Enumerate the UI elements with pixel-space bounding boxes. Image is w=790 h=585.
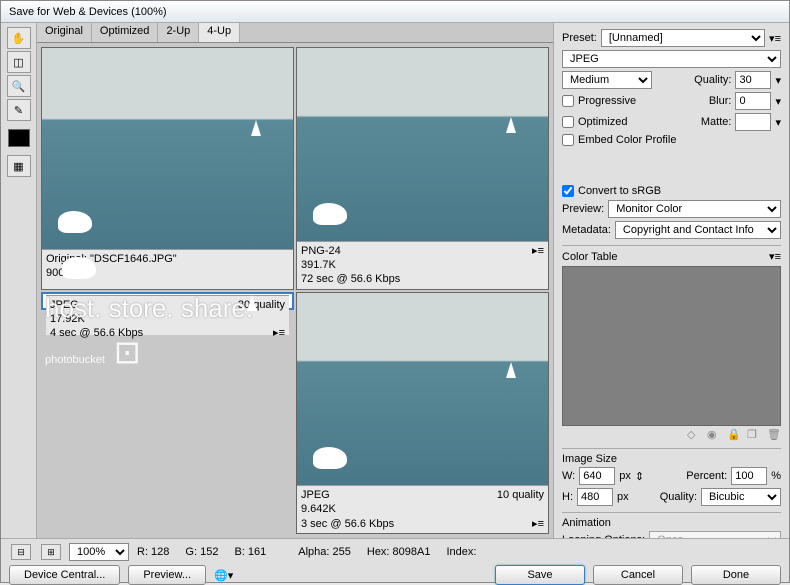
device-central-button[interactable]: Device Central...: [9, 565, 120, 585]
metadata-label: Metadata:: [562, 224, 611, 236]
quality-input[interactable]: [735, 71, 771, 89]
zoom-in-button[interactable]: ⊞: [41, 544, 61, 560]
zoom-out-button[interactable]: ⊟: [11, 544, 31, 560]
preview-jpeg-10[interactable]: 10 quality JPEG 9.642K ▸≡ 3 sec @ 56.6 K…: [296, 292, 549, 535]
ct-lock-icon[interactable]: 🔒: [727, 428, 741, 442]
ct-new-icon[interactable]: ❐: [747, 428, 761, 442]
matte-swatch[interactable]: [735, 113, 771, 131]
optimized-label: Optimized: [578, 116, 628, 128]
percent-label: Percent:: [686, 470, 727, 482]
metadata-select[interactable]: Copyright and Contact Info: [615, 221, 781, 239]
progressive-label: Progressive: [578, 95, 636, 107]
percent-input[interactable]: [731, 467, 767, 485]
compression-select[interactable]: Medium: [562, 71, 652, 89]
preview-panel: Original Optimized 2-Up 4-Up host. store…: [37, 23, 553, 538]
save-button[interactable]: Save: [495, 565, 585, 585]
cell-time: 72 sec @ 56.6 Kbps: [301, 272, 544, 286]
cell-quality: 30 quality: [238, 298, 285, 312]
matte-dropdown-icon[interactable]: ▾: [775, 116, 781, 129]
zoom-select[interactable]: 100%: [69, 543, 129, 561]
tab-2up[interactable]: 2-Up: [158, 23, 199, 42]
preview-select[interactable]: Monitor Color: [608, 200, 781, 218]
tab-optimized[interactable]: Optimized: [92, 23, 159, 42]
quality-dropdown-icon[interactable]: ▾: [775, 74, 781, 87]
format-select[interactable]: JPEG: [562, 50, 781, 68]
color-table: [562, 266, 781, 426]
height-input[interactable]: [577, 488, 613, 506]
optimized-checkbox[interactable]: [562, 116, 574, 128]
browser-icon[interactable]: 🌐▾: [214, 569, 233, 582]
cell-size: 9.642K: [301, 502, 544, 516]
cell-menu-icon[interactable]: ▸≡: [273, 326, 285, 340]
cell-size: 391.7K: [301, 258, 544, 272]
width-input[interactable]: [579, 467, 615, 485]
blur-input[interactable]: [735, 92, 771, 110]
b-value: B: 161: [234, 546, 266, 558]
ct-icon-1[interactable]: ◇: [687, 428, 701, 442]
footer: ⊟ ⊞ 100% R: 128 G: 152 B: 161 Alpha: 255…: [1, 538, 789, 582]
convert-srgb-checkbox[interactable]: [562, 185, 574, 197]
ct-icon-2[interactable]: ◉: [707, 428, 721, 442]
embed-checkbox[interactable]: [562, 134, 574, 146]
index-value: Index:: [446, 546, 476, 558]
preview-grid: host. store. share. photobucket ⊡ Origin…: [37, 43, 553, 538]
image-size-label: Image Size: [562, 453, 617, 465]
preview-button[interactable]: Preview...: [128, 565, 206, 585]
loop-label: Looping Options:: [562, 534, 645, 538]
panel-menu-icon[interactable]: ▾≡: [769, 32, 781, 45]
tab-4up[interactable]: 4-Up: [199, 23, 240, 42]
g-value: G: 152: [185, 546, 218, 558]
window-title: Save for Web & Devices (100%): [9, 6, 167, 18]
cell-menu-icon[interactable]: ▸≡: [532, 244, 544, 258]
hand-tool[interactable]: ✋: [7, 27, 31, 49]
preview-png24[interactable]: ▸≡ PNG-24 391.7K 72 sec @ 56.6 Kbps: [296, 47, 549, 290]
slice-visibility[interactable]: ▦: [7, 155, 31, 177]
tool-column: ✋ ◫ 🔍 ✎ ▦: [1, 23, 37, 538]
zoom-tool[interactable]: 🔍: [7, 75, 31, 97]
slice-tool[interactable]: ◫: [7, 51, 31, 73]
hex-value: Hex: 8098A1: [367, 546, 431, 558]
preview-original[interactable]: Original: "DSCF1646.JPG" 900K: [41, 47, 294, 290]
eyedropper-tool[interactable]: ✎: [7, 99, 31, 121]
matte-label: Matte:: [701, 116, 732, 128]
blur-label: Blur:: [709, 95, 732, 107]
cell-quality: 10 quality: [497, 488, 544, 502]
link-icon[interactable]: ⇕: [635, 470, 643, 483]
alpha-value: Alpha: 255: [298, 546, 351, 558]
ct-trash-icon[interactable]: 🗑: [767, 428, 781, 442]
progressive-checkbox[interactable]: [562, 95, 574, 107]
done-button[interactable]: Done: [691, 565, 781, 585]
preview-jpeg-30[interactable]: 30 quality JPEG 17.92K ▸≡ 4 sec @ 56.6 K…: [41, 292, 294, 310]
r-value: R: 128: [137, 546, 169, 558]
color-table-menu-icon[interactable]: ▾≡: [769, 250, 781, 263]
interp-label: Quality:: [660, 491, 697, 503]
animation-label: Animation: [562, 517, 611, 529]
cell-time: 4 sec @ 56.6 Kbps: [50, 326, 285, 340]
embed-label: Embed Color Profile: [578, 134, 676, 146]
title-bar: Save for Web & Devices (100%): [1, 1, 789, 23]
tab-original[interactable]: Original: [37, 23, 92, 42]
color-table-label: Color Table: [562, 251, 617, 263]
preset-select[interactable]: [Unnamed]: [601, 29, 765, 47]
settings-panel: Preset: [Unnamed] ▾≡ JPEG Medium Quality…: [553, 23, 789, 538]
cell-size: 17.92K: [50, 312, 285, 326]
convert-srgb-label: Convert to sRGB: [578, 185, 661, 197]
width-label: W:: [562, 470, 575, 482]
loop-select: Once: [649, 531, 781, 538]
quality-label: Quality:: [694, 74, 731, 86]
cell-time: 3 sec @ 56.6 Kbps: [301, 517, 544, 531]
cell-menu-icon[interactable]: ▸≡: [532, 517, 544, 531]
blur-dropdown-icon[interactable]: ▾: [775, 95, 781, 108]
interp-select[interactable]: Bicubic: [701, 488, 781, 506]
cancel-button[interactable]: Cancel: [593, 565, 683, 585]
view-tabs: Original Optimized 2-Up 4-Up: [37, 23, 553, 43]
color-swatch[interactable]: [8, 129, 30, 147]
height-label: H:: [562, 491, 573, 503]
preset-label: Preset:: [562, 32, 597, 44]
cell-format: PNG-24: [301, 244, 544, 258]
preview-label: Preview:: [562, 203, 604, 215]
